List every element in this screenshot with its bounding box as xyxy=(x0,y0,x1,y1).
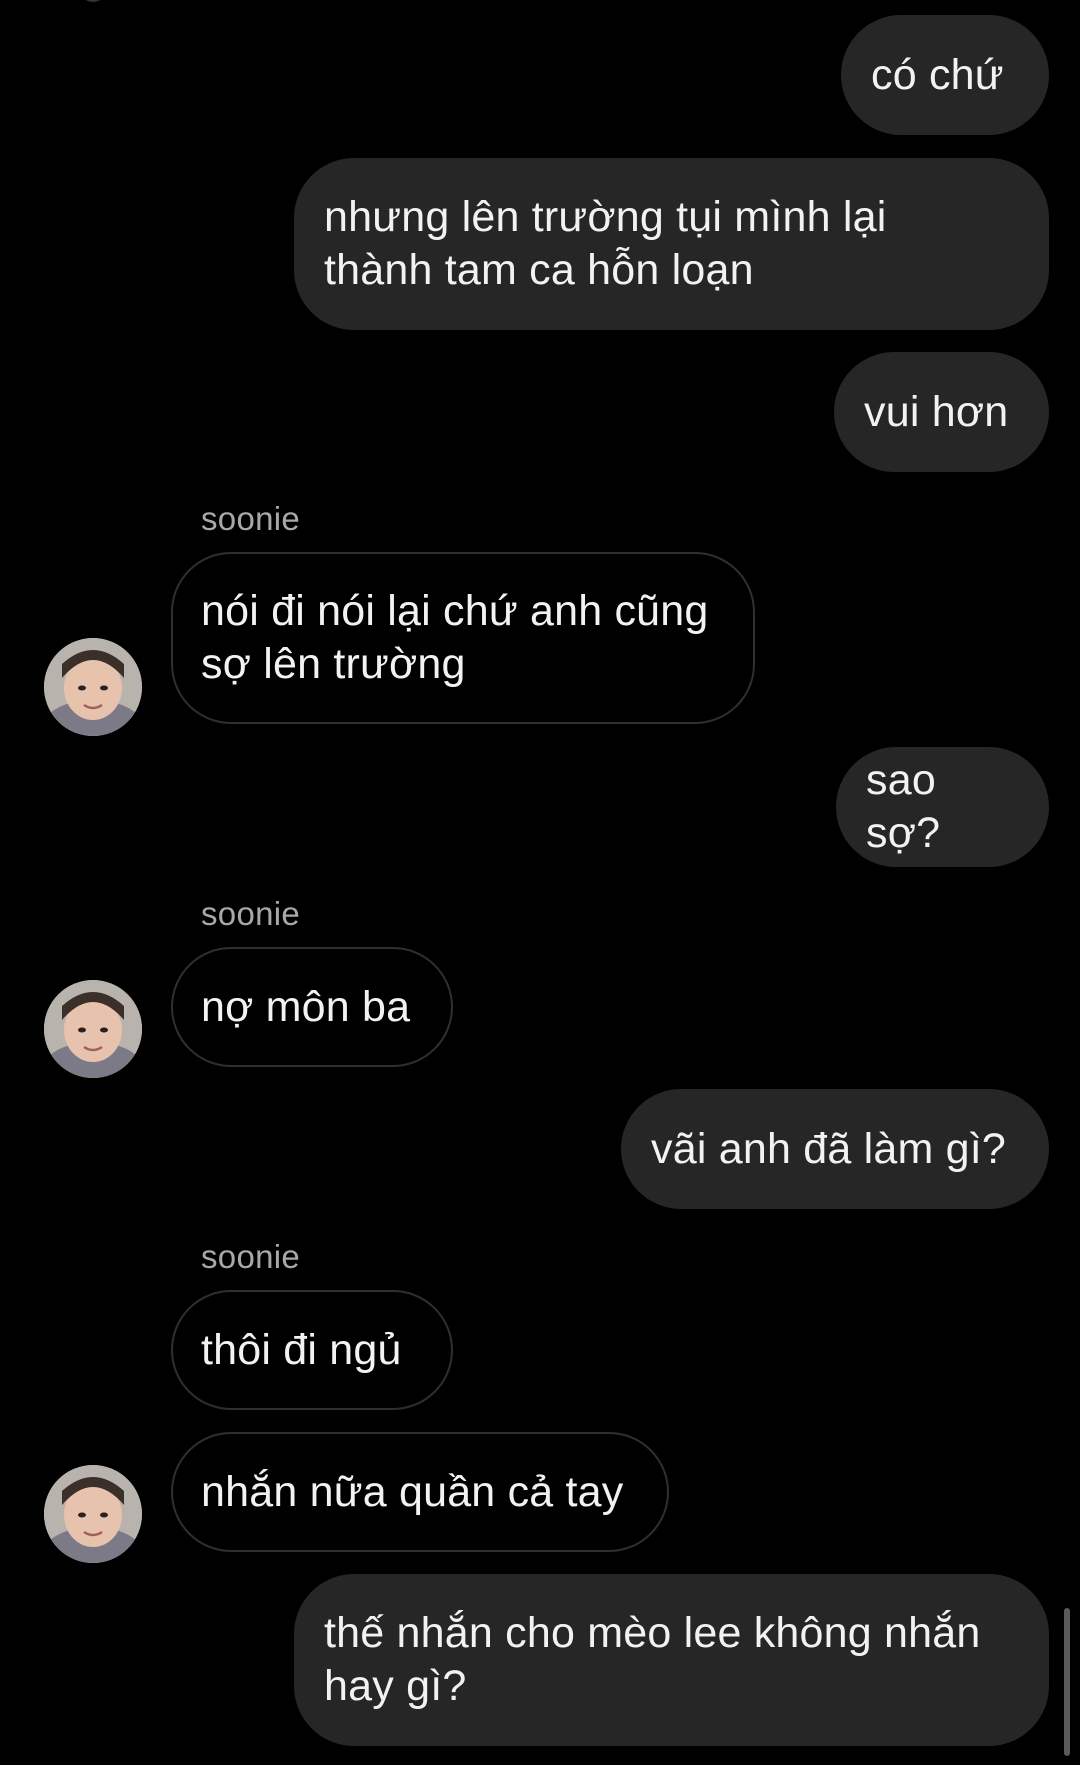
avatar[interactable] xyxy=(44,1465,142,1563)
message-bubble-outgoing[interactable]: vãi anh đã làm gì? xyxy=(621,1089,1049,1209)
message-text: có chứ xyxy=(871,50,1004,99)
message-text: nợ môn ba xyxy=(201,982,411,1031)
message-text: vui hơn xyxy=(864,387,1009,436)
avatar[interactable] xyxy=(44,638,142,736)
message-text: nhắn nữa quần cả tay xyxy=(201,1467,624,1516)
avatar[interactable] xyxy=(44,980,142,1078)
message-text: sao sợ? xyxy=(866,756,941,857)
message-text: thôi đi ngủ xyxy=(201,1325,402,1374)
avatar[interactable] xyxy=(76,0,110,2)
message-bubble-outgoing[interactable]: nhưng lên trường tụi mình lại thành tam … xyxy=(294,158,1049,330)
message-bubble-outgoing[interactable]: thế nhắn cho mèo lee không nhắn hay gì? xyxy=(294,1574,1049,1746)
message-bubble-outgoing[interactable]: có chứ xyxy=(841,15,1049,135)
sender-name: soonie xyxy=(201,500,301,537)
message-bubble-incoming[interactable]: nhắn nữa quần cả tay xyxy=(171,1432,669,1552)
avatar-photo xyxy=(44,980,142,1078)
message-text: nói đi nói lại chứ anh cũng sợ lên trườn… xyxy=(201,587,709,688)
message-text: thế nhắn cho mèo lee không nhắn hay gì? xyxy=(324,1609,981,1710)
message-text: nhưng lên trường tụi mình lại thành tam … xyxy=(324,193,887,294)
message-bubble-outgoing[interactable]: sao sợ? xyxy=(836,747,1049,867)
message-bubble-incoming[interactable]: nói đi nói lại chứ anh cũng sợ lên trườn… xyxy=(171,552,755,724)
message-bubble-incoming[interactable]: nợ môn ba xyxy=(171,947,453,1067)
sender-name: soonie xyxy=(201,1238,301,1275)
avatar-photo xyxy=(44,1465,142,1563)
message-text: vãi anh đã làm gì? xyxy=(651,1124,1006,1173)
message-bubble-outgoing[interactable]: vui hơn xyxy=(834,352,1049,472)
message-bubble-incoming[interactable]: thôi đi ngủ xyxy=(171,1290,453,1410)
sender-name: soonie xyxy=(201,895,301,932)
avatar-photo xyxy=(44,638,142,736)
scrollbar[interactable] xyxy=(1064,1608,1070,1756)
